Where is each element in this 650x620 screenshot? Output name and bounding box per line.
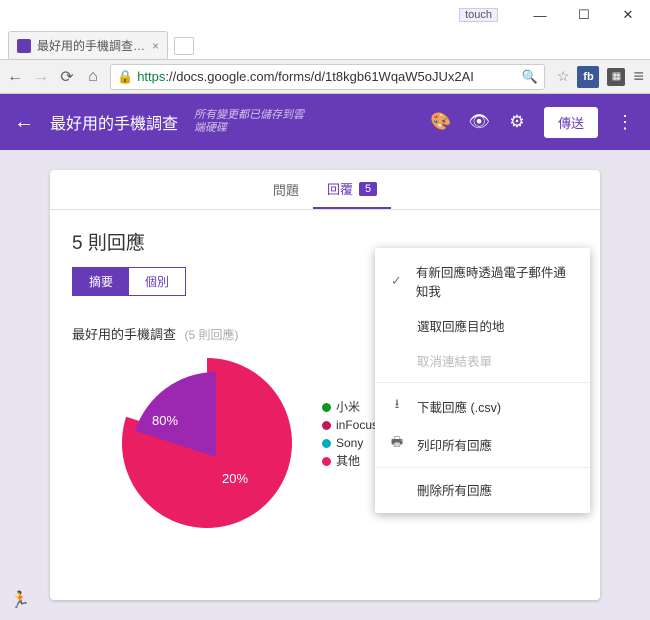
runner-icon: 🏃 <box>10 590 30 610</box>
menu-unlink-form: 取消連結表單 <box>375 343 590 378</box>
bookmark-star-icon[interactable]: ☆ <box>557 68 570 85</box>
responses-options-menu: 有新回應時透過電子郵件通知我 選取回應目的地 取消連結表單 ⭳ 下載回應 (.c… <box>375 248 590 513</box>
legend-dot-icon <box>322 439 331 448</box>
touch-mode-label: touch <box>459 8 498 22</box>
menu-notify-email[interactable]: 有新回應時透過電子郵件通知我 <box>375 254 590 308</box>
settings-gear-icon[interactable]: ⚙ <box>506 111 528 133</box>
responses-count-badge: 5 <box>359 182 377 196</box>
form-card: 問題 回覆 5 5 則回應 摘要 個別 最好用的手機調查 (5 則回應) <box>50 170 600 600</box>
palette-icon[interactable]: 🎨 <box>430 111 452 133</box>
checkmark-icon <box>389 273 404 289</box>
tab-responses[interactable]: 回覆 5 <box>313 170 391 209</box>
legend-item: 小米 <box>322 398 378 416</box>
forms-header: ← 最好用的手機調查 所有變更都已儲存到雲 端硬碟 🎨 👁 ⚙ 傳送 ⋮ <box>0 94 650 150</box>
reload-button[interactable]: ⟳ <box>58 68 76 86</box>
legend-dot-icon <box>322 403 331 412</box>
menu-select-destination[interactable]: 選取回應目的地 <box>375 308 590 343</box>
menu-divider <box>375 382 590 383</box>
more-menu-icon[interactable]: ⋮ <box>614 111 636 133</box>
chrome-menu-icon[interactable]: ≡ <box>633 66 644 87</box>
chart-title: 最好用的手機調查 <box>72 327 176 342</box>
lock-icon: 🔒 <box>117 69 133 85</box>
card-tabs: 問題 回覆 5 <box>50 170 600 210</box>
menu-divider <box>375 467 590 468</box>
pie-label-20: 20% <box>222 471 248 486</box>
tab-title: 最好用的手機調查 - Goog <box>37 37 146 54</box>
seg-individual-button[interactable]: 個別 <box>129 268 185 295</box>
new-tab-button[interactable] <box>174 37 194 55</box>
menu-download-csv[interactable]: ⭳ 下載回應 (.csv) <box>375 387 590 425</box>
chart-legend: 小米 inFocus Sony 其他 <box>322 398 378 528</box>
extension-icon[interactable]: ▦ <box>607 68 625 86</box>
menu-print-all[interactable]: 🖶 列印所有回應 <box>375 425 590 463</box>
view-segmented-control: 摘要 個別 <box>72 267 186 296</box>
browser-tab-strip: 最好用的手機調查 - Goog × <box>0 30 650 60</box>
menu-delete-all[interactable]: 刪除所有回應 <box>375 472 590 507</box>
window-title-bar: touch — ☐ ✕ <box>0 0 650 30</box>
browser-toolbar: ← → ⟳ ⌂ 🔒 https://docs.google.com/forms/… <box>0 60 650 94</box>
url-path: ://docs.google.com/forms/d/1t8kgb61WqaW5… <box>165 69 474 84</box>
send-button[interactable]: 傳送 <box>544 107 598 138</box>
legend-item: inFocus <box>322 416 378 434</box>
legend-dot-icon <box>322 457 331 466</box>
facebook-extension-icon[interactable]: fb <box>577 66 599 88</box>
legend-item: Sony <box>322 434 378 452</box>
minimize-button[interactable]: — <box>518 0 562 30</box>
preview-eye-icon[interactable]: 👁 <box>468 111 490 133</box>
forms-favicon <box>17 39 31 53</box>
back-button[interactable]: ← <box>6 68 24 86</box>
chart-subtitle: (5 則回應) <box>184 328 238 342</box>
pie-chart: 80% 20% <box>122 358 292 528</box>
address-bar[interactable]: 🔒 https://docs.google.com/forms/d/1t8kgb… <box>110 64 545 90</box>
save-status: 所有變更都已儲存到雲 端硬碟 <box>194 109 304 135</box>
maximize-button[interactable]: ☐ <box>562 0 606 30</box>
url-protocol: https <box>137 69 165 84</box>
form-title[interactable]: 最好用的手機調查 <box>50 110 178 134</box>
content-area: 問題 回覆 5 5 則回應 摘要 個別 最好用的手機調查 (5 則回應) <box>0 150 650 620</box>
back-arrow-icon[interactable]: ← <box>14 111 34 134</box>
home-button[interactable]: ⌂ <box>84 68 102 86</box>
legend-dot-icon <box>322 421 331 430</box>
seg-summary-button[interactable]: 摘要 <box>73 268 129 295</box>
tab-questions[interactable]: 問題 <box>259 170 313 209</box>
download-icon: ⭳ <box>389 395 405 417</box>
forward-button[interactable]: → <box>32 68 50 86</box>
browser-tab[interactable]: 最好用的手機調查 - Goog × <box>8 31 168 59</box>
close-tab-icon[interactable]: × <box>152 39 159 53</box>
legend-item: 其他 <box>322 452 378 470</box>
mic-icon[interactable]: 🔍 <box>522 69 538 85</box>
pie-label-80: 80% <box>152 413 178 428</box>
close-window-button[interactable]: ✕ <box>606 0 650 30</box>
tab-responses-label: 回覆 <box>327 179 353 198</box>
print-icon: 🖶 <box>389 433 405 455</box>
